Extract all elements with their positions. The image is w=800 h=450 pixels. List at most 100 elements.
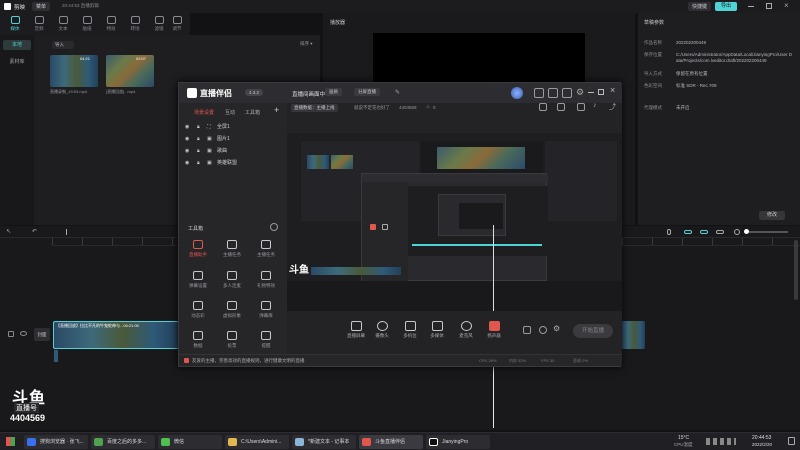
clock-time[interactable]: 20:44:53 <box>752 435 771 441</box>
tab-transition[interactable]: 转场 <box>124 15 146 35</box>
modify-button[interactable]: 修改 <box>759 211 785 220</box>
lock-icon[interactable]: 🔒︎ <box>197 133 200 145</box>
track-visibility-icon[interactable] <box>20 331 27 336</box>
preview-axis-icon[interactable] <box>716 230 724 234</box>
tool-dynamic[interactable]: 动态彩 <box>183 301 213 325</box>
taskbar-item[interactable]: 百度之后的多多... <box>91 435 155 449</box>
tool-task-2[interactable]: 主播任务 <box>251 240 281 264</box>
undo-icon[interactable]: ↶ <box>32 228 37 235</box>
screenshot-icon[interactable] <box>577 103 585 111</box>
lock-icon[interactable]: 🔒︎ <box>197 121 200 133</box>
tab-audio[interactable]: 音频 <box>28 15 50 35</box>
snap-icon[interactable] <box>700 230 708 234</box>
quality-button[interactable]: 画质 <box>325 88 342 96</box>
tool-data[interactable]: 数据 <box>183 331 213 355</box>
start-icon[interactable] <box>6 437 15 446</box>
clock-date[interactable]: 2022/2/20 <box>752 442 772 447</box>
start-live-button[interactable]: 开始直播 <box>573 324 613 338</box>
tab-media[interactable]: 媒体 <box>4 15 26 35</box>
microphone-button[interactable]: 麦克风 <box>455 321 477 339</box>
notification-icon[interactable] <box>788 437 795 445</box>
media-thumbnail[interactable] <box>50 55 98 87</box>
bell-icon[interactable]: ♪ <box>593 102 597 109</box>
media-thumbnail[interactable] <box>106 55 154 87</box>
avatar[interactable] <box>511 87 523 99</box>
split-icon[interactable] <box>66 229 67 235</box>
maximize-icon[interactable] <box>766 3 772 9</box>
tab-interaction[interactable]: 互动 <box>225 109 235 116</box>
settings-small-icon[interactable] <box>539 326 547 334</box>
tab-text[interactable]: 文本 <box>52 15 74 35</box>
tab-toolbox[interactable]: 工具箱 <box>245 109 260 116</box>
taskbar-item[interactable]: *新建文本 - 记事本 <box>292 435 356 449</box>
taskbar-item[interactable]: JianyingPro <box>426 435 490 449</box>
add-scene-button[interactable]: + <box>274 105 279 115</box>
eye-icon[interactable]: ◉ <box>185 145 189 157</box>
taskbar-item[interactable]: 斗鱼直播伴侣 <box>359 435 423 449</box>
tool-gift-effects[interactable]: 礼物特效 <box>251 271 281 295</box>
version-badge[interactable]: 4.3.2 <box>245 89 264 96</box>
record-icon[interactable] <box>523 326 531 334</box>
menu-button[interactable]: 菜单 <box>32 2 51 11</box>
shortcut-button[interactable]: 快捷键 <box>688 2 712 11</box>
settings-icon[interactable]: ⚙ <box>576 87 584 98</box>
camera-button[interactable]: 摄像头 <box>371 321 393 339</box>
toolbox-toggle-icon[interactable] <box>270 223 278 231</box>
scene-item[interactable]: ◉ 🔒︎ ⛶ 全屏1 <box>185 121 281 133</box>
taskbar-item[interactable]: 微信 <box>158 435 222 449</box>
taskbar-item[interactable]: 搜狗浏览器 · 张飞... <box>24 435 88 449</box>
tool-vote[interactable]: 投票 <box>217 331 247 355</box>
track-lock-icon[interactable] <box>8 331 14 337</box>
minimize-icon[interactable] <box>748 6 754 7</box>
share-icon[interactable]: ⤴ <box>609 102 616 112</box>
multimedia-button[interactable]: 多媒体 <box>426 321 448 339</box>
sidebar-item-library[interactable]: 素材库 <box>3 57 31 67</box>
eye-icon[interactable]: ◉ <box>185 157 189 169</box>
share-screen-icon[interactable] <box>539 103 547 111</box>
cover-button[interactable]: 封面 <box>34 328 50 341</box>
tool-reminder[interactable]: 提醒 <box>251 331 281 355</box>
taskbar-item[interactable]: C:\Users\Admini... <box>225 435 289 449</box>
select-tool-icon[interactable]: ↖ <box>6 228 11 235</box>
microphone-icon[interactable] <box>667 229 671 235</box>
zoom-out-icon[interactable] <box>734 229 740 235</box>
video-clip[interactable] <box>621 321 645 349</box>
window-icon[interactable] <box>557 103 565 111</box>
sidebar-item-local[interactable]: 本地 <box>3 40 31 50</box>
close-icon[interactable]: × <box>610 85 615 95</box>
tool-live-assistant[interactable]: 直播助手 <box>183 240 213 264</box>
import-button[interactable]: 导入 <box>52 41 74 49</box>
tool-avatar[interactable]: 虚拟形象 <box>217 301 247 325</box>
tab-sticker[interactable]: 贴纸 <box>76 15 98 35</box>
tab-effects[interactable]: 特效 <box>100 15 122 35</box>
scene-item[interactable]: ◉ 🔒︎ ▣ 英雄联盟 <box>185 157 281 169</box>
link-icon[interactable] <box>684 230 692 234</box>
tool-multi-mic[interactable]: 多人连麦 <box>217 271 247 295</box>
multi-camera-button[interactable]: 多机位 <box>399 321 421 339</box>
close-icon[interactable]: × <box>784 1 789 10</box>
tray-icons[interactable] <box>706 438 736 445</box>
scene-item[interactable]: ◉ 🔒︎ ▣ 歌曲 <box>185 145 281 157</box>
speaker-button[interactable]: 扬声器 <box>483 321 505 339</box>
stats-button[interactable]: 直播数据：主播上线 <box>291 104 338 112</box>
lock-icon[interactable]: 🔒︎ <box>197 145 200 157</box>
tab-scenes[interactable]: 场景设置 <box>194 109 214 116</box>
timeline-scrollbar[interactable] <box>794 240 798 300</box>
eye-icon[interactable]: ◉ <box>185 121 189 133</box>
minimize-icon[interactable] <box>588 92 594 93</box>
gift-icon[interactable] <box>534 88 544 98</box>
edit-icon[interactable]: ✎ <box>395 89 400 96</box>
zoom-slider-handle[interactable] <box>744 229 749 234</box>
maximize-icon[interactable] <box>598 89 604 95</box>
screen-capture-button[interactable]: 直播屏幕 <box>345 321 367 339</box>
lock-icon[interactable]: 🔒︎ <box>197 157 200 169</box>
zoom-slider[interactable] <box>744 231 788 233</box>
tool-task[interactable]: 主播任务 <box>217 240 247 264</box>
split-stream-button[interactable]: 分屏直播 <box>354 88 380 96</box>
export-button[interactable]: 导出 <box>715 2 737 11</box>
tab-adjust[interactable]: 调节 <box>166 15 188 35</box>
sort-button[interactable]: 排序 ▾ <box>300 41 313 47</box>
tool-danmaku[interactable]: 弹幕设置 <box>183 271 213 295</box>
eye-icon[interactable]: ◉ <box>185 133 189 145</box>
tool-danmaku-lib[interactable]: 弹幕库 <box>251 301 281 325</box>
